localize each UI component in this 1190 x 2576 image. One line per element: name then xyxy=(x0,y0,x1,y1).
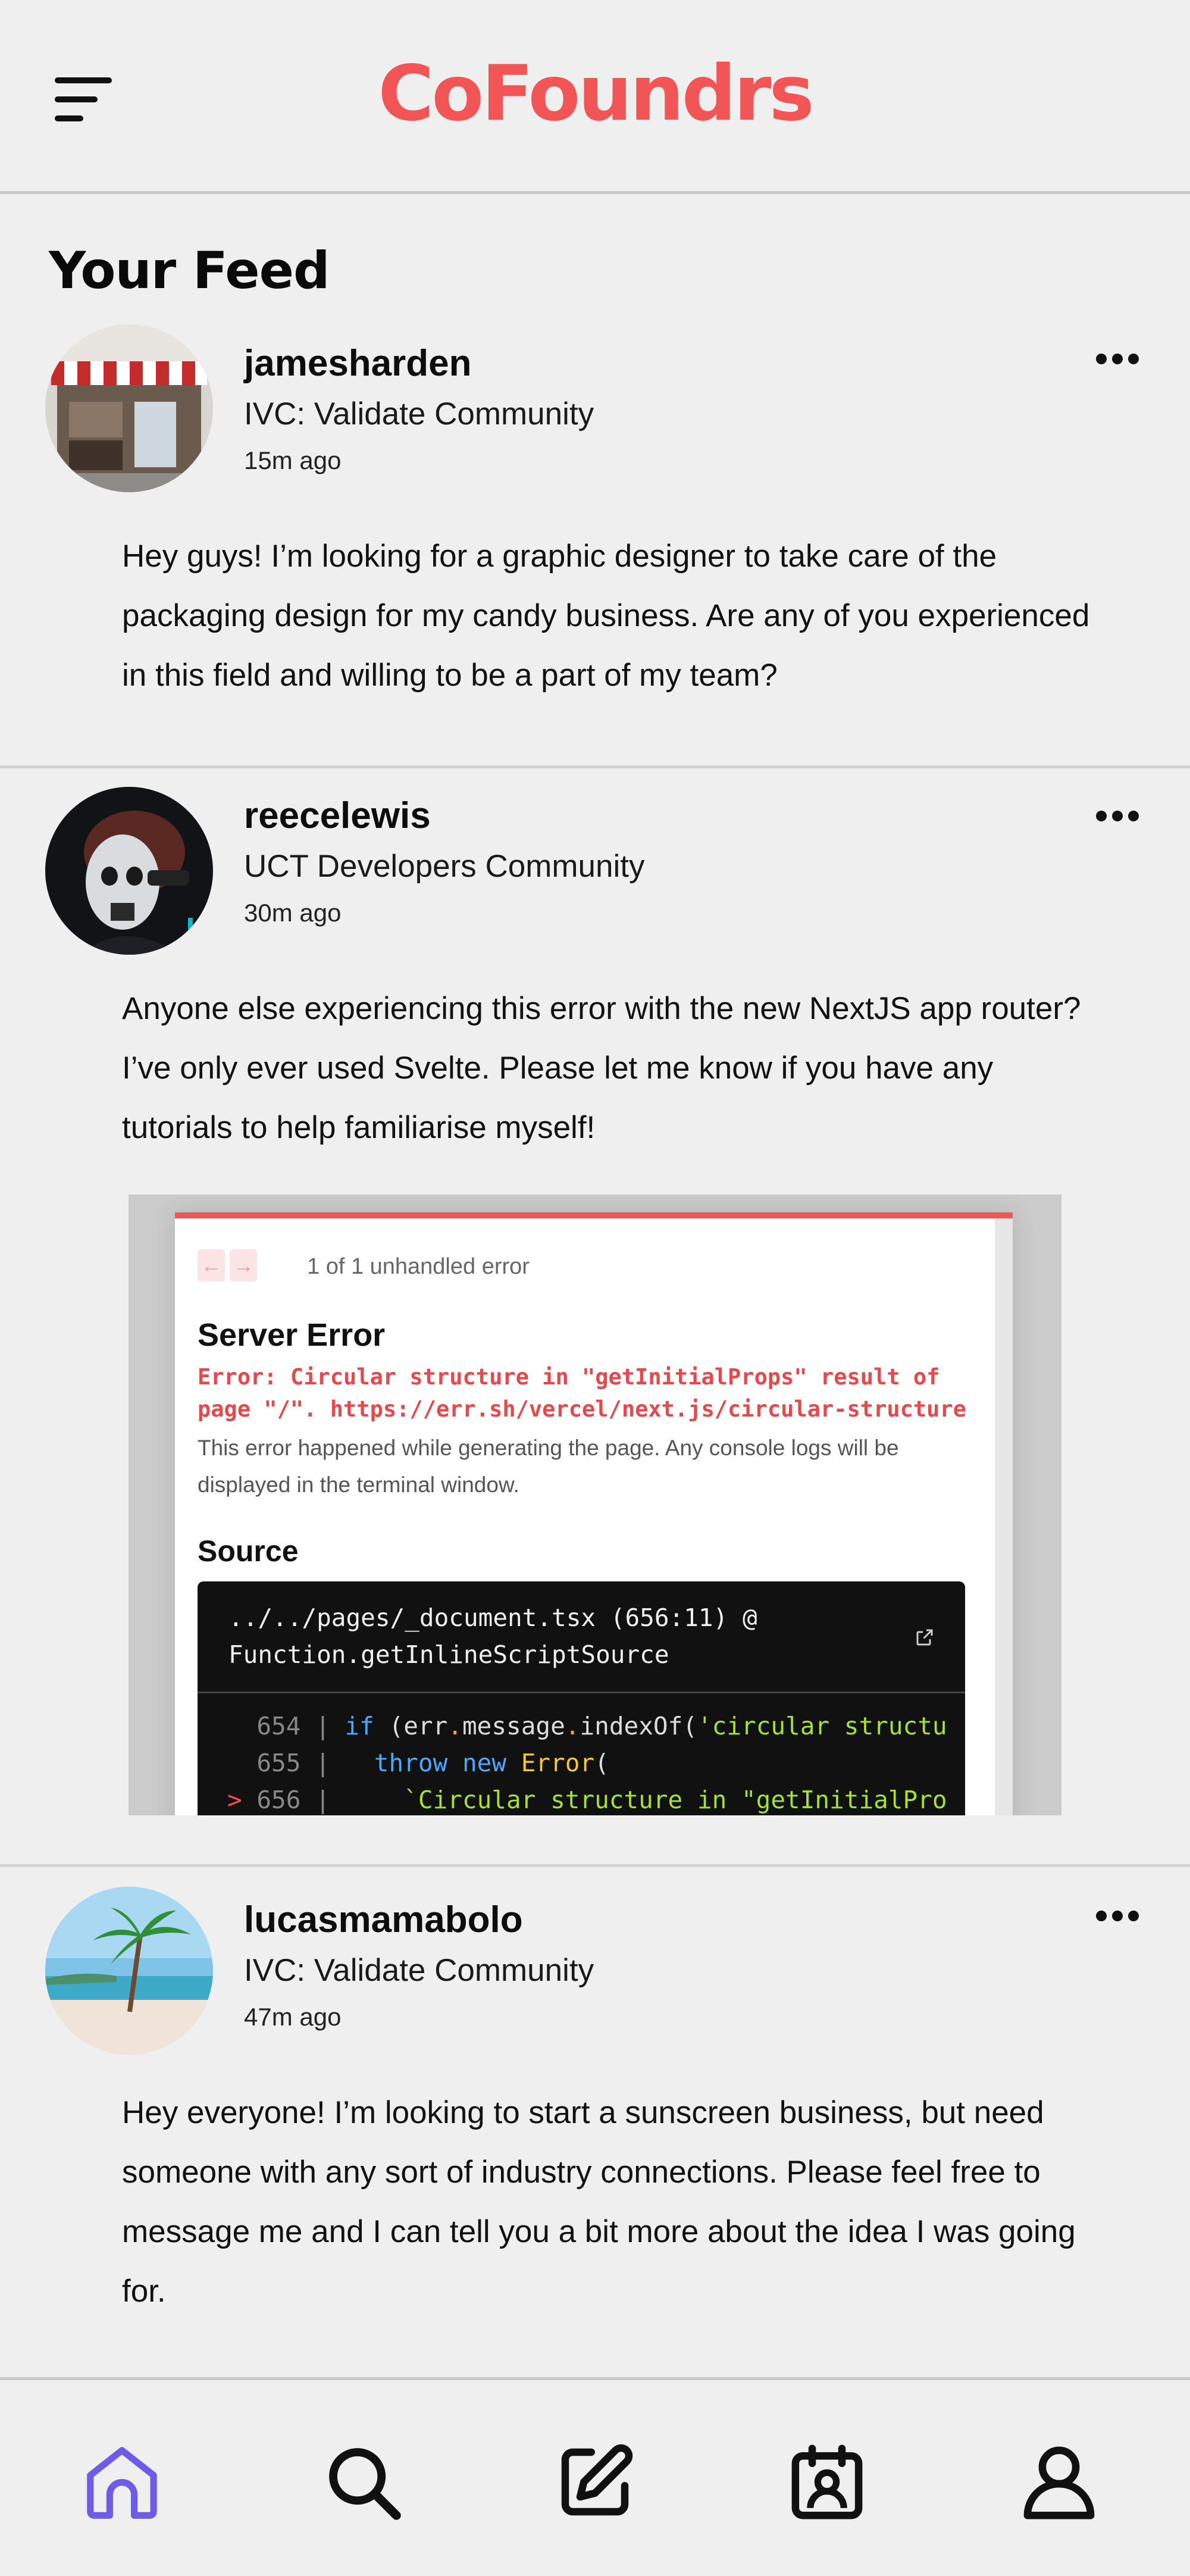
external-link-icon xyxy=(916,1629,933,1646)
error-count: 1 of 1 unhandled error xyxy=(307,1254,530,1279)
code-frame: ../../pages/_document.tsx (656:11) @ Fun… xyxy=(198,1581,965,1815)
error-overlay-screenshot: ← → 1 of 1 unhandled error Server Error E… xyxy=(175,1212,1013,1815)
arrow-left-icon: ← xyxy=(198,1249,225,1281)
code-line: 654 | if (err.message.indexOf('circular … xyxy=(256,1712,947,1740)
post-username[interactable]: lucasmamabolo xyxy=(244,1899,523,1941)
avatar[interactable] xyxy=(45,1887,213,2055)
avatar[interactable] xyxy=(45,324,213,492)
code-divider xyxy=(198,1692,965,1693)
error-description: This error happened while generating the… xyxy=(198,1436,899,1497)
source-heading: Source xyxy=(198,1534,299,1568)
post-timestamp: 30m ago xyxy=(244,899,342,927)
post-divider xyxy=(0,765,1190,768)
post-timestamp: 15m ago xyxy=(244,446,342,474)
post-divider xyxy=(0,1864,1190,1867)
arrow-right-icon: → xyxy=(230,1249,257,1281)
post-body: Anyone else experiencing this error with… xyxy=(122,991,1081,1145)
post-community[interactable]: IVC: Validate Community xyxy=(244,1952,594,1989)
more-options-icon[interactable] xyxy=(1096,1911,1139,1925)
code-line: > 656 | `Circular structure in "getIniti… xyxy=(227,1786,947,1814)
profile-icon[interactable] xyxy=(1014,2437,1104,2527)
brand-logo[interactable]: CoFoundrs xyxy=(0,46,1190,142)
source-file-path: ../../pages/_document.tsx (656:11) @ Fun… xyxy=(228,1603,757,1669)
post-body: Hey guys! I’m looking for a graphic desi… xyxy=(122,539,1090,693)
code-snippet: 654 | if (err.message.indexOf('circular … xyxy=(227,1708,965,1815)
error-message: Error: Circular structure in "getInitial… xyxy=(198,1364,967,1422)
post-username[interactable]: reecelewis xyxy=(244,795,431,837)
post-image-attachment[interactable]: ← → 1 of 1 unhandled error Server Error E… xyxy=(129,1195,1061,1815)
app-header: CoFoundrs xyxy=(0,0,1190,194)
more-options-icon[interactable] xyxy=(1096,354,1139,368)
error-navigation: ← → xyxy=(198,1249,262,1281)
post-body: Hey everyone! I’m looking to start a sun… xyxy=(122,2095,1076,2309)
avatar[interactable] xyxy=(45,787,213,955)
more-options-icon[interactable] xyxy=(1096,811,1139,825)
post-username[interactable]: jamesharden xyxy=(244,342,472,384)
home-icon[interactable] xyxy=(77,2437,167,2527)
bottom-navigation xyxy=(0,2377,1190,2576)
calendar-profile-icon[interactable] xyxy=(782,2437,872,2527)
code-line: 655 | throw new Error( xyxy=(256,1749,609,1777)
post-timestamp: 47m ago xyxy=(244,2003,342,2031)
search-icon[interactable] xyxy=(318,2437,408,2527)
post-community[interactable]: UCT Developers Community xyxy=(244,848,645,884)
edit-post-icon[interactable] xyxy=(550,2437,640,2527)
post-community[interactable]: IVC: Validate Community xyxy=(244,396,594,432)
scrollbar xyxy=(995,1218,1013,1815)
feed-title: Your Feed xyxy=(49,241,330,301)
error-title: Server Error xyxy=(198,1317,386,1353)
